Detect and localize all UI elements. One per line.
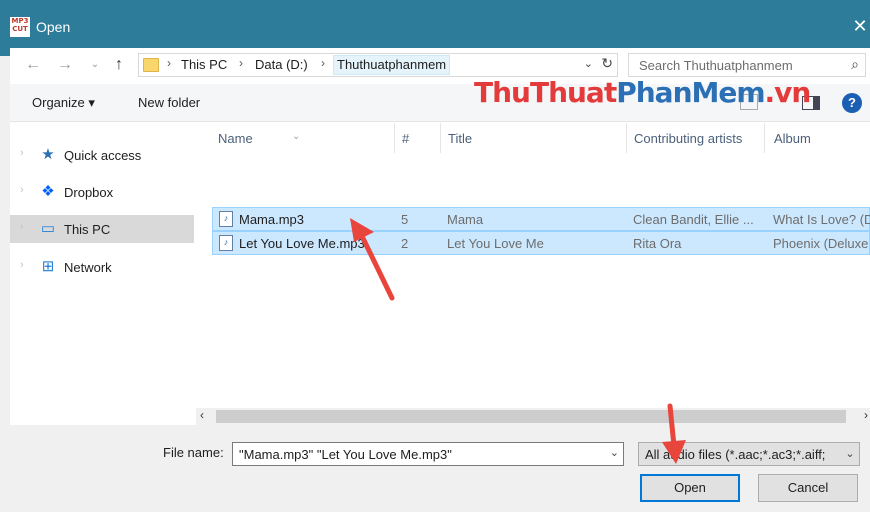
chevron-down-icon[interactable]: ⌄: [841, 443, 859, 465]
column-header-title[interactable]: Title: [440, 123, 626, 153]
up-arrow-icon[interactable]: ↑: [108, 54, 130, 76]
nav-item-label: Network: [64, 260, 112, 275]
watermark-part-1: ThuThuat: [474, 76, 617, 109]
open-button[interactable]: Open: [640, 474, 740, 502]
watermark-logo: ThuThuatPhanMem.vn: [474, 76, 812, 109]
search-icon[interactable]: ⌕: [851, 56, 859, 73]
chevron-down-icon[interactable]: ⌄: [610, 446, 619, 459]
nav-item-this-pc[interactable]: › ▭ This PC: [10, 215, 194, 243]
file-title: Mama: [447, 212, 484, 227]
file-name-field[interactable]: "Mama.mp3" "Let You Love Me.mp3" ⌄: [232, 442, 624, 466]
star-icon: ★: [41, 146, 55, 163]
scrollbar-thumb[interactable]: [216, 410, 846, 423]
file-name-panel: File name: "Mama.mp3" "Let You Love Me.m…: [10, 425, 870, 512]
nav-item-network[interactable]: › ⊞ Network: [10, 253, 194, 281]
nav-item-label: This PC: [64, 222, 111, 237]
scroll-left-arrow-icon[interactable]: ‹: [200, 408, 204, 422]
recent-chevron-down-icon[interactable]: ⌄: [84, 54, 106, 76]
annotation-arrow-icon: [662, 403, 686, 464]
nav-item-label: Quick access: [64, 148, 142, 163]
column-header-number[interactable]: #: [394, 123, 440, 153]
forward-arrow-icon[interactable]: →: [54, 54, 76, 76]
mp3cut-app-icon: MP3 CUT: [10, 17, 30, 37]
file-artists: Rita Ora: [633, 236, 682, 251]
address-bar[interactable]: › This PC › Data (D:) › Thuthuatphanmem …: [138, 53, 618, 77]
file-title: Let You Love Me: [447, 236, 544, 251]
breadcrumb-data-drive[interactable]: Data (D:): [255, 57, 308, 72]
audio-file-icon: ♪: [219, 235, 233, 251]
breadcrumb-this-pc[interactable]: This PC: [181, 57, 227, 72]
file-row[interactable]: ♪ Let You Love Me.mp3 2 Let You Love Me …: [212, 231, 870, 255]
breadcrumb-chevron-icon: ›: [167, 56, 171, 70]
column-header-name[interactable]: ⌄ Name: [208, 123, 394, 153]
nav-item-dropbox[interactable]: › ❖ Dropbox: [10, 178, 194, 206]
file-artists: Clean Bandit, Ellie ...: [633, 212, 754, 227]
navigation-pane: › ★ Quick access › ❖ Dropbox › ▭ This PC…: [10, 123, 196, 433]
nav-item-label: Dropbox: [64, 185, 114, 200]
breadcrumb-chevron-icon: ›: [321, 56, 325, 70]
search-placeholder: Search Thuthuatphanmem: [639, 58, 793, 73]
cancel-button[interactable]: Cancel: [758, 474, 858, 502]
file-name-value: "Mama.mp3" "Let You Love Me.mp3": [239, 447, 452, 462]
watermark-part-2: PhanMem: [616, 76, 765, 109]
file-name: Mama.mp3: [239, 212, 305, 227]
nav-item-quick-access[interactable]: › ★ Quick access: [10, 141, 194, 169]
expand-chevron-icon[interactable]: ›: [20, 221, 24, 233]
dropbox-icon: ❖: [41, 183, 55, 200]
expand-chevron-icon[interactable]: ›: [20, 259, 24, 271]
folder-icon: [143, 58, 159, 72]
expand-chevron-icon[interactable]: ›: [20, 147, 24, 159]
column-header-album[interactable]: Album: [764, 123, 870, 153]
column-header-contributing-artists[interactable]: Contributing artists: [626, 123, 764, 153]
refresh-icon[interactable]: ↻: [601, 55, 613, 72]
file-name-label: File name:: [163, 445, 224, 460]
horizontal-scrollbar[interactable]: ‹ ›: [196, 408, 870, 425]
breadcrumb-chevron-icon: ›: [239, 56, 243, 70]
sort-chevron-icon: ⌄: [292, 131, 301, 142]
organize-button[interactable]: Organize ▾: [32, 95, 95, 111]
file-album: Phoenix (Deluxe E: [773, 236, 870, 251]
network-icon: ⊞: [41, 258, 55, 275]
address-dropdown-icon[interactable]: ⌄: [584, 57, 593, 70]
audio-file-icon: ♪: [219, 211, 233, 227]
file-row[interactable]: ♪ Mama.mp3 5 Mama Clean Bandit, Ellie ..…: [212, 207, 870, 231]
annotation-arrow-icon: [350, 218, 395, 301]
scroll-right-arrow-icon[interactable]: ›: [864, 408, 868, 422]
help-icon[interactable]: ?: [842, 93, 862, 113]
file-album: What Is Love? (De: [773, 212, 870, 227]
file-list: ⌄ Name # Title Contributing artists Albu…: [208, 123, 870, 433]
window-title: Open: [36, 19, 71, 35]
breadcrumb-current-folder[interactable]: Thuthuatphanmem: [333, 55, 451, 75]
watermark-part-3: .vn: [764, 76, 812, 109]
new-folder-button[interactable]: New folder: [138, 95, 200, 110]
open-dialog: ← → ⌄ ↑ › This PC › Data (D:) › Thuthuat…: [10, 48, 870, 512]
computer-icon: ▭: [40, 220, 56, 237]
expand-chevron-icon[interactable]: ›: [20, 184, 24, 196]
close-button[interactable]: ✕: [850, 14, 870, 38]
search-box[interactable]: Search Thuthuatphanmem ⌕: [628, 53, 866, 77]
back-arrow-icon[interactable]: ←: [22, 54, 44, 76]
